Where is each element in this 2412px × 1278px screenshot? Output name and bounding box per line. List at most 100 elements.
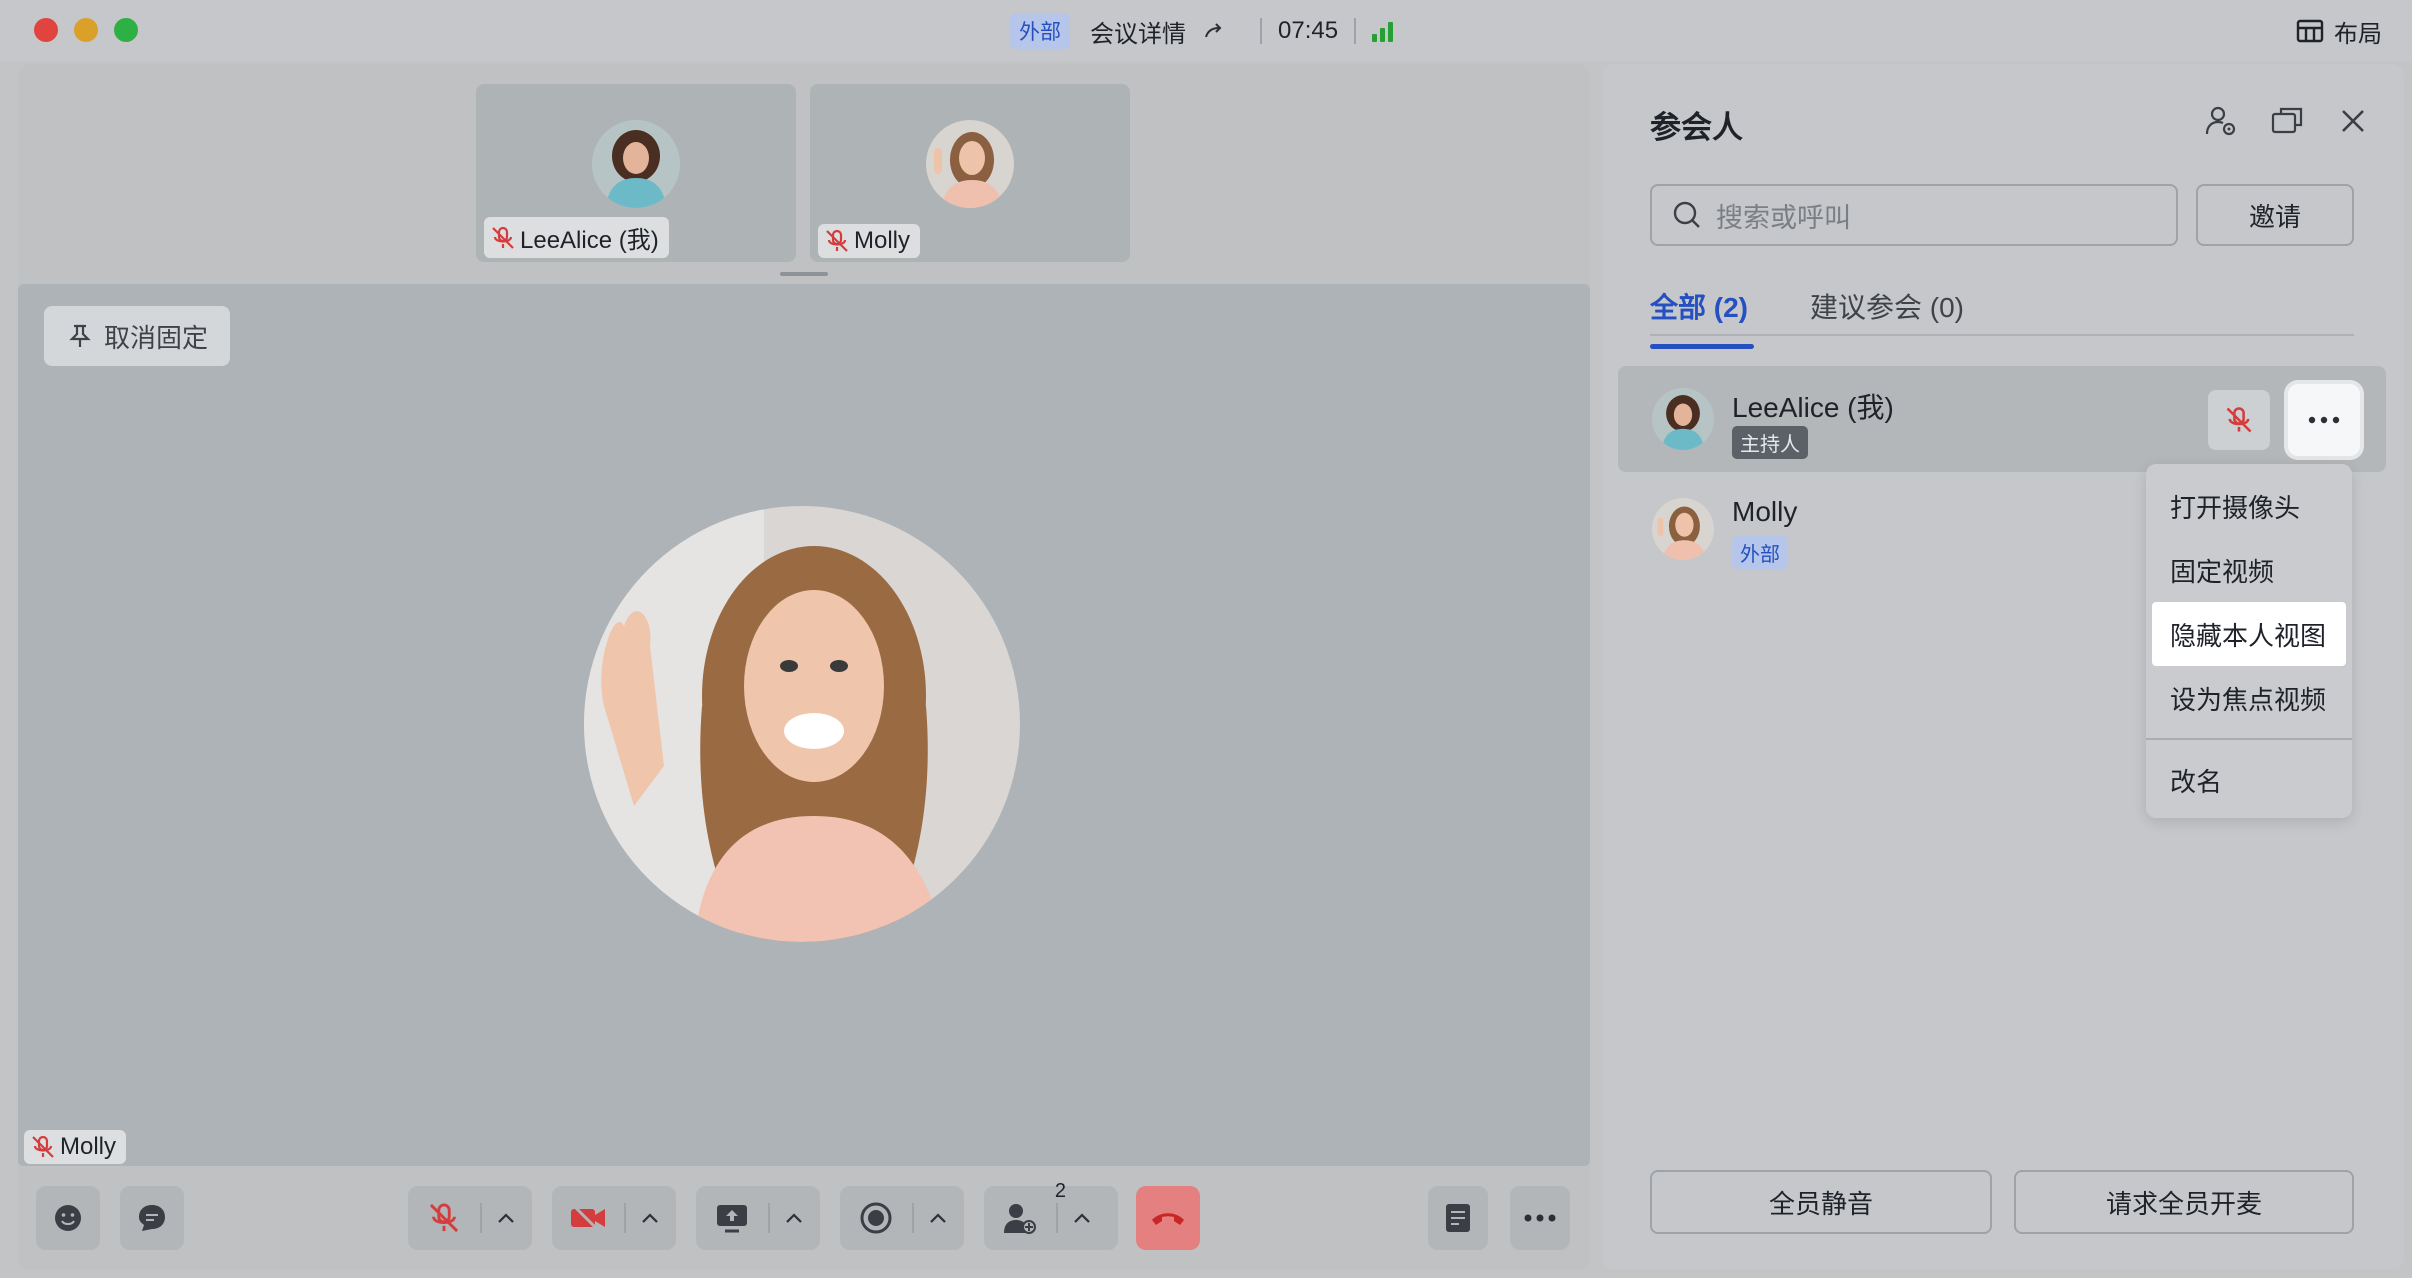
avatar — [584, 506, 1020, 942]
avatar — [592, 120, 680, 208]
window-maximize-button[interactable] — [114, 18, 138, 42]
mic-muted-icon — [826, 229, 848, 252]
participant-name-tag: Molly — [818, 224, 921, 258]
leave-meeting-button[interactable] — [1136, 1186, 1200, 1250]
chevron-up-icon — [930, 1213, 946, 1223]
mic-muted-icon — [429, 1203, 459, 1233]
share-screen-button[interactable] — [696, 1186, 768, 1250]
participant-tabs: 全部 (2) 建议参会 (0) — [1650, 286, 2354, 336]
hangup-icon — [1152, 1213, 1184, 1225]
record-control — [840, 1186, 964, 1250]
participant-name: LeeAlice (我) — [520, 227, 659, 254]
meeting-toolbar: 2 — [18, 1166, 1590, 1270]
close-panel-button[interactable] — [2336, 104, 2370, 138]
request-unmute-all-button[interactable]: 请求全员开麦 — [2014, 1170, 2354, 1234]
unpin-label: 取消固定 — [104, 322, 209, 353]
tab-suggested[interactable]: 建议参会 (0) — [1810, 286, 1964, 326]
menu-item-pin-video[interactable]: 固定视频 — [2146, 538, 2352, 602]
menu-item-rename[interactable]: 改名 — [2146, 748, 2352, 812]
participant-name-tag: Molly — [24, 1130, 127, 1164]
microphone-control — [408, 1186, 532, 1250]
participant-name: Molly — [1732, 496, 1798, 527]
participants-button[interactable]: 2 — [984, 1180, 1066, 1250]
search-icon — [1673, 201, 1700, 228]
active-tab-indicator — [1650, 344, 1754, 349]
record-icon — [860, 1202, 892, 1234]
mic-muted-icon — [32, 1135, 54, 1158]
user-settings-icon — [2205, 106, 2236, 136]
meeting-info: 外部 会议详情 07:45 — [1010, 0, 1394, 62]
search-input[interactable]: 搜索或呼叫 — [1650, 184, 2178, 246]
chevron-up-icon — [1074, 1213, 1090, 1223]
record-options-button[interactable] — [912, 1203, 962, 1233]
camera-off-icon — [571, 1203, 605, 1233]
camera-control — [552, 1186, 676, 1250]
mic-muted-icon — [2226, 407, 2252, 433]
notes-button[interactable] — [1428, 1186, 1488, 1250]
menu-item-hide-self-view[interactable]: 隐藏本人视图 — [2152, 602, 2346, 666]
microphone-options-button[interactable] — [480, 1203, 530, 1233]
layout-label: 布局 — [2334, 20, 2382, 48]
chevron-up-icon — [498, 1213, 514, 1223]
meeting-details-link[interactable]: 会议详情 — [1090, 14, 1186, 49]
main-video[interactable]: 取消固定 Molly — [18, 284, 1590, 1166]
avatar — [1652, 388, 1714, 450]
participants-panel: 参会人 搜索或呼叫 邀请 全部 (2) 建议参会 (0) LeeAlice (我… — [1602, 64, 2404, 1270]
tab-all[interactable]: 全部 (2) — [1650, 286, 1748, 326]
panel-actions — [2204, 104, 2370, 138]
thumbnail-molly[interactable]: Molly — [810, 84, 1130, 262]
share-screen-control — [696, 1186, 820, 1250]
window-minimize-button[interactable] — [74, 18, 98, 42]
avatar — [1652, 498, 1714, 560]
microphone-toggle-button[interactable] — [408, 1186, 480, 1250]
more-options-button[interactable] — [1510, 1186, 1570, 1250]
participant-name: Molly — [854, 227, 911, 254]
more-icon — [1524, 1214, 1556, 1222]
external-badge: 外部 — [1732, 536, 1788, 569]
share-screen-icon — [717, 1205, 747, 1233]
divider — [1260, 18, 1262, 44]
popout-panel-button[interactable] — [2270, 104, 2304, 138]
participant-name: LeeAlice (我) — [1732, 392, 1894, 423]
participants-options-button[interactable] — [1056, 1203, 1106, 1233]
popout-icon — [2271, 107, 2303, 134]
menu-item-turn-on-camera[interactable]: 打开摄像头 — [2146, 474, 2352, 538]
participant-settings-button[interactable] — [2204, 104, 2238, 138]
reaction-button[interactable] — [36, 1186, 100, 1250]
unpin-button[interactable]: 取消固定 — [44, 306, 231, 366]
thumbnail-leealice[interactable]: LeeAlice (我) — [476, 84, 796, 262]
chat-icon — [139, 1205, 165, 1231]
chat-button[interactable] — [120, 1186, 184, 1250]
resize-handle[interactable] — [780, 272, 828, 276]
video-stage: LeeAlice (我) Molly 取消固定 Molly 2 — [18, 64, 1590, 1270]
emoji-icon — [55, 1205, 81, 1231]
menu-item-set-focus-video[interactable]: 设为焦点视频 — [2146, 666, 2352, 730]
participant-more-button[interactable] — [2288, 384, 2360, 456]
layout-icon — [2296, 19, 2324, 43]
record-button[interactable] — [840, 1186, 912, 1250]
share-options-button[interactable] — [768, 1203, 818, 1233]
external-badge: 外部 — [1010, 13, 1070, 49]
window-close-button[interactable] — [34, 18, 58, 42]
camera-options-button[interactable] — [624, 1203, 674, 1233]
participant-mute-button[interactable] — [2208, 390, 2270, 450]
participant-name: Molly — [60, 1133, 117, 1160]
host-badge: 主持人 — [1732, 426, 1808, 459]
network-signal-icon[interactable] — [1372, 20, 1394, 42]
participant-context-menu: 打开摄像头 固定视频 隐藏本人视图 设为焦点视频 改名 — [2146, 464, 2352, 818]
share-icon[interactable] — [1202, 19, 1226, 43]
menu-divider — [2146, 738, 2352, 740]
invite-button[interactable]: 邀请 — [2196, 184, 2354, 246]
notes-icon — [1446, 1204, 1470, 1232]
participant-count: 2 — [1054, 1180, 1066, 1202]
mic-muted-icon — [492, 226, 514, 249]
mute-all-button[interactable]: 全员静音 — [1650, 1170, 1992, 1234]
search-placeholder: 搜索或呼叫 — [1716, 202, 1851, 233]
participant-row[interactable]: LeeAlice (我) 主持人 — [1618, 366, 2386, 472]
participants-icon — [1004, 1204, 1036, 1234]
camera-toggle-button[interactable] — [552, 1186, 624, 1250]
chevron-up-icon — [642, 1213, 658, 1223]
pin-icon — [69, 324, 91, 347]
layout-button[interactable]: 布局 — [2296, 0, 2382, 62]
close-icon — [2342, 110, 2364, 132]
